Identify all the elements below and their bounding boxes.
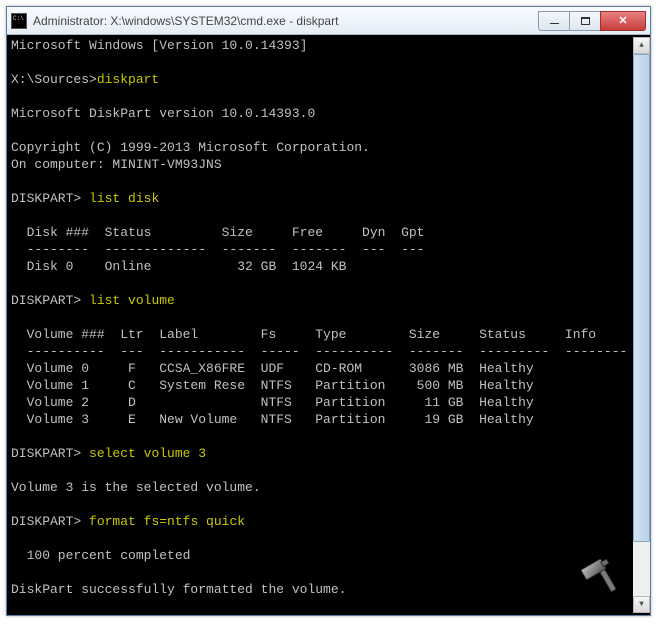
console-output[interactable]: Microsoft Windows [Version 10.0.14393] X… [11, 37, 633, 613]
volume-row: Volume 2 D NTFS Partition 11 GB Healthy [11, 395, 534, 410]
window-title: Administrator: X:\windows\SYSTEM32\cmd.e… [33, 14, 539, 28]
maximize-icon [581, 17, 590, 25]
scroll-thumb[interactable] [633, 54, 650, 542]
volume-row: Volume 3 E New Volume NTFS Partition 19 … [11, 412, 534, 427]
scroll-track[interactable] [633, 54, 650, 596]
cmd-list-volume: list volume [89, 293, 175, 308]
volume-table-header: Volume ### Ltr Label Fs Type Size Status… [11, 327, 596, 342]
close-icon: ✕ [618, 14, 627, 27]
format-progress: 100 percent completed [11, 548, 190, 563]
diskpart-prompt: DISKPART> [11, 514, 81, 529]
volume-row: Volume 1 C System Rese NTFS Partition 50… [11, 378, 534, 393]
minimize-button[interactable] [538, 11, 570, 31]
disk-row: Disk 0 Online 32 GB 1024 KB [11, 259, 346, 274]
vertical-scrollbar[interactable]: ▲ ▼ [633, 37, 650, 613]
cmd-select-volume: select volume 3 [89, 446, 206, 461]
cmd-window: Administrator: X:\windows\SYSTEM32\cmd.e… [6, 6, 651, 616]
scroll-up-button[interactable]: ▲ [633, 37, 650, 54]
cmd-icon [11, 13, 27, 29]
console-client: Microsoft Windows [Version 10.0.14393] X… [7, 35, 650, 615]
titlebar[interactable]: Administrator: X:\windows\SYSTEM32\cmd.e… [7, 7, 650, 35]
volume-table-sep: ---------- --- ----------- ----- -------… [11, 344, 627, 359]
scroll-down-button[interactable]: ▼ [633, 596, 650, 613]
diskpart-version: Microsoft DiskPart version 10.0.14393.0 [11, 106, 315, 121]
maximize-button[interactable] [569, 11, 601, 31]
format-result: DiskPart successfully formatted the volu… [11, 582, 346, 597]
select-result: Volume 3 is the selected volume. [11, 480, 261, 495]
disk-table-sep: -------- ------------- ------- ------- -… [11, 242, 424, 257]
chevron-down-icon: ▼ [639, 600, 644, 609]
cmd-list-disk: list disk [89, 191, 159, 206]
diskpart-prompt: DISKPART> [11, 191, 81, 206]
diskpart-prompt: DISKPART> [11, 293, 81, 308]
cmd-format: format fs=ntfs quick [89, 514, 245, 529]
chevron-up-icon: ▲ [639, 41, 644, 50]
window-controls: ✕ [539, 11, 646, 31]
prompt-path: X:\Sources> [11, 72, 97, 87]
on-computer-line: On computer: MININT-VM93JNS [11, 157, 222, 172]
cmd-diskpart: diskpart [97, 72, 159, 87]
diskpart-prompt: DISKPART> [11, 446, 81, 461]
disk-table-header: Disk ### Status Size Free Dyn Gpt [11, 225, 424, 240]
minimize-icon [550, 23, 559, 24]
volume-row: Volume 0 F CCSA_X86FRE UDF CD-ROM 3086 M… [11, 361, 534, 376]
copyright-line: Copyright (C) 1999-2013 Microsoft Corpor… [11, 140, 370, 155]
close-button[interactable]: ✕ [600, 11, 646, 31]
version-line: Microsoft Windows [Version 10.0.14393] [11, 38, 307, 53]
